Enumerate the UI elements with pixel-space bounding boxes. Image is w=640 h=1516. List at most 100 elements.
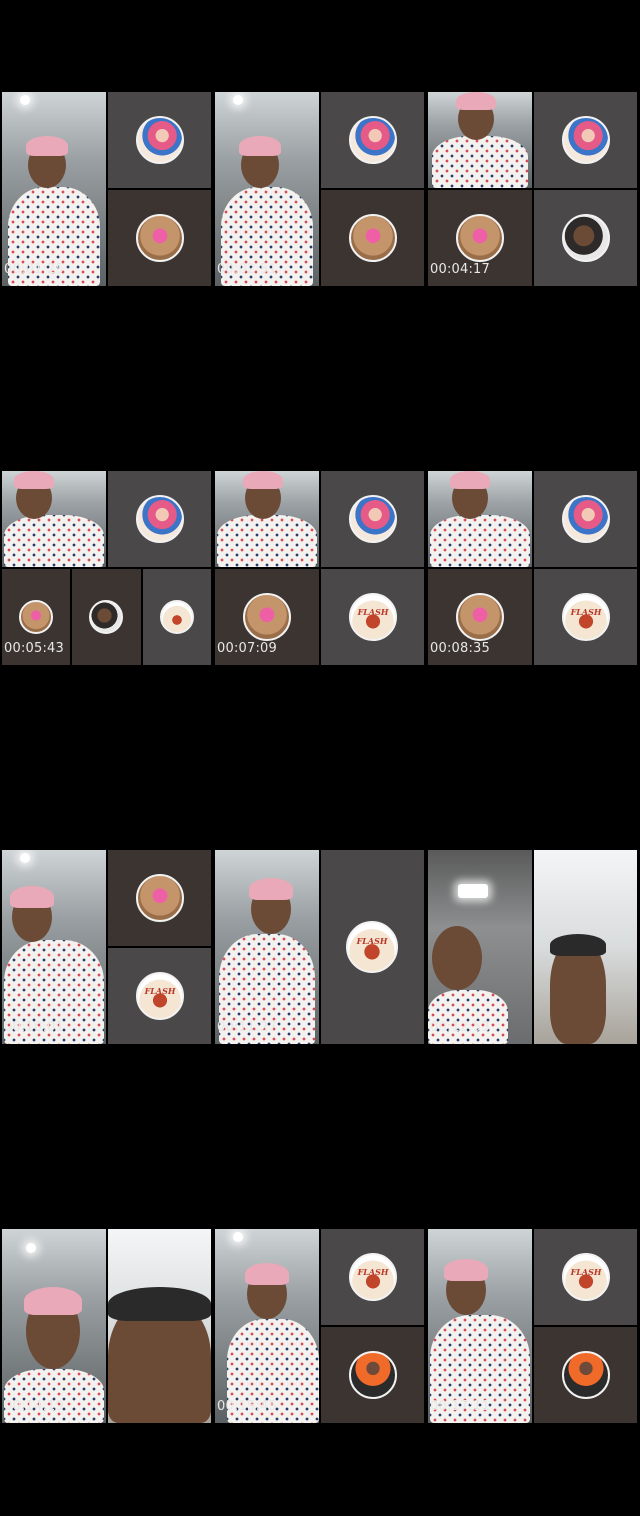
guest-avatar[interactable] [349,214,397,262]
flash-sale-avatar[interactable]: FLASH [136,972,184,1020]
guest-avatar[interactable] [562,116,610,164]
host-shirt [432,136,528,188]
guest-avatar[interactable] [349,1351,397,1399]
flash-sale-avatar[interactable] [160,600,194,634]
host-video-tile [2,471,106,567]
timestamp: 00:02:51 [217,262,277,277]
host-shirt [428,990,508,1044]
thumbnail-frame-12[interactable]: FLASH 00:17:11 [426,1137,639,1516]
timestamp: 00:12:53 [430,1020,490,1035]
host-shirt [4,515,104,567]
ceiling-light [20,853,30,863]
host-video-tile [215,92,319,286]
host-headwrap [24,1287,82,1315]
host-video-tile [428,850,532,1044]
timestamp: 00:17:11 [430,1399,490,1414]
host-headwrap [249,878,293,900]
host-video-tile [215,1229,319,1423]
host-headwrap [245,1263,289,1285]
host-shirt [430,515,530,567]
guest-tile [72,569,141,665]
guest-avatar[interactable] [243,593,291,641]
thumbnail-frame-6[interactable]: FLASH 00:08:35 [426,379,639,758]
guest-avatar[interactable] [136,214,184,262]
guest-avatar[interactable] [562,495,610,543]
flash-sale-avatar[interactable]: FLASH [349,1253,397,1301]
timestamp: 00:01:25 [4,262,64,277]
thumbnail-frame-5[interactable]: FLASH 00:07:09 [213,379,426,758]
guest-avatar[interactable] [562,1351,610,1399]
flash-sale-text: FLASH [357,607,389,618]
guest-tile [108,92,211,188]
video-call-screenshot [2,471,211,665]
flash-sale-text: FLASH [144,986,176,997]
host-headwrap [239,136,281,156]
host-headwrap [14,471,54,489]
host-headwrap [456,92,496,110]
host-headwrap [450,471,490,489]
host-headwrap [444,1259,488,1281]
video-call-screenshot [215,92,424,286]
timestamp: 00:08:35 [430,641,490,656]
guest-tile: FLASH [534,1229,637,1325]
video-call-screenshot [428,850,637,1044]
flash-sale-avatar[interactable]: FLASH [562,593,610,641]
flash-sale-avatar[interactable]: FLASH [349,593,397,641]
timestamp: 00:14:19 [4,1399,64,1414]
flash-sale-avatar[interactable]: FLASH [562,1253,610,1301]
guest-avatar[interactable] [349,495,397,543]
host-video-tile [2,1229,106,1423]
guest-tile: FLASH [108,948,211,1044]
ceiling-light [233,95,243,105]
thumbnail-frame-11[interactable]: FLASH 00:15:45 [213,1137,426,1516]
flash-sale-text: FLASH [356,936,388,947]
thumbnail-frame-3[interactable]: 00:04:17 [426,0,639,379]
ceiling-light [233,1232,243,1242]
thumbnail-frame-2[interactable]: 00:02:51 [213,0,426,379]
host-video-tile [428,471,532,567]
video-call-screenshot [428,92,637,286]
thumbnail-frame-4[interactable]: 00:05:43 [0,379,213,758]
timestamp: 00:15:45 [217,1399,277,1414]
guest-tile [321,92,424,188]
guest-avatar[interactable] [19,600,53,634]
timestamp: 00:11:27 [217,1020,277,1035]
guest-avatar[interactable] [456,593,504,641]
video-call-screenshot: FLASH [2,850,211,1044]
guest-tile [108,190,211,286]
video-call-screenshot: FLASH [215,471,424,665]
guest-tile: FLASH [321,1229,424,1325]
thumbnail-frame-7[interactable]: FLASH 00:10:01 [0,758,213,1137]
video-call-screenshot: FLASH [428,1229,637,1423]
guest-headwrap [108,1287,211,1321]
host-headwrap [26,136,68,156]
thumbnail-frame-10[interactable]: 00:14:19 [0,1137,213,1516]
guest-avatar[interactable] [136,874,184,922]
guest-tile: FLASH [321,569,424,665]
guest-headwrap [550,934,606,956]
thumbnail-frame-1[interactable]: 00:01:25 [0,0,213,379]
flash-sale-avatar[interactable]: FLASH [346,921,398,973]
guest-tile: FLASH [534,569,637,665]
guest-tile [534,471,637,567]
guest-tile [534,92,637,188]
guest-avatar[interactable] [136,495,184,543]
ceiling-light [458,884,488,898]
guest-avatar[interactable] [562,214,610,262]
video-call-screenshot [2,92,211,286]
guest-avatar[interactable] [456,214,504,262]
video-call-screenshot: FLASH [428,471,637,665]
host-video-tile [2,92,106,286]
guest-avatar[interactable] [89,600,123,634]
timestamp: 00:04:17 [430,262,490,277]
host-video-tile [2,850,106,1044]
guest-tile [143,569,211,665]
guest-tile [108,850,211,946]
flash-sale-text: FLASH [570,607,602,618]
ceiling-light [26,1243,36,1253]
thumbnail-frame-9[interactable]: 00:12:53 [426,758,639,1137]
thumbnail-frame-8[interactable]: FLASH 00:11:27 [213,758,426,1137]
guest-avatar[interactable] [136,116,184,164]
host-shirt [4,1369,104,1423]
guest-avatar[interactable] [349,116,397,164]
